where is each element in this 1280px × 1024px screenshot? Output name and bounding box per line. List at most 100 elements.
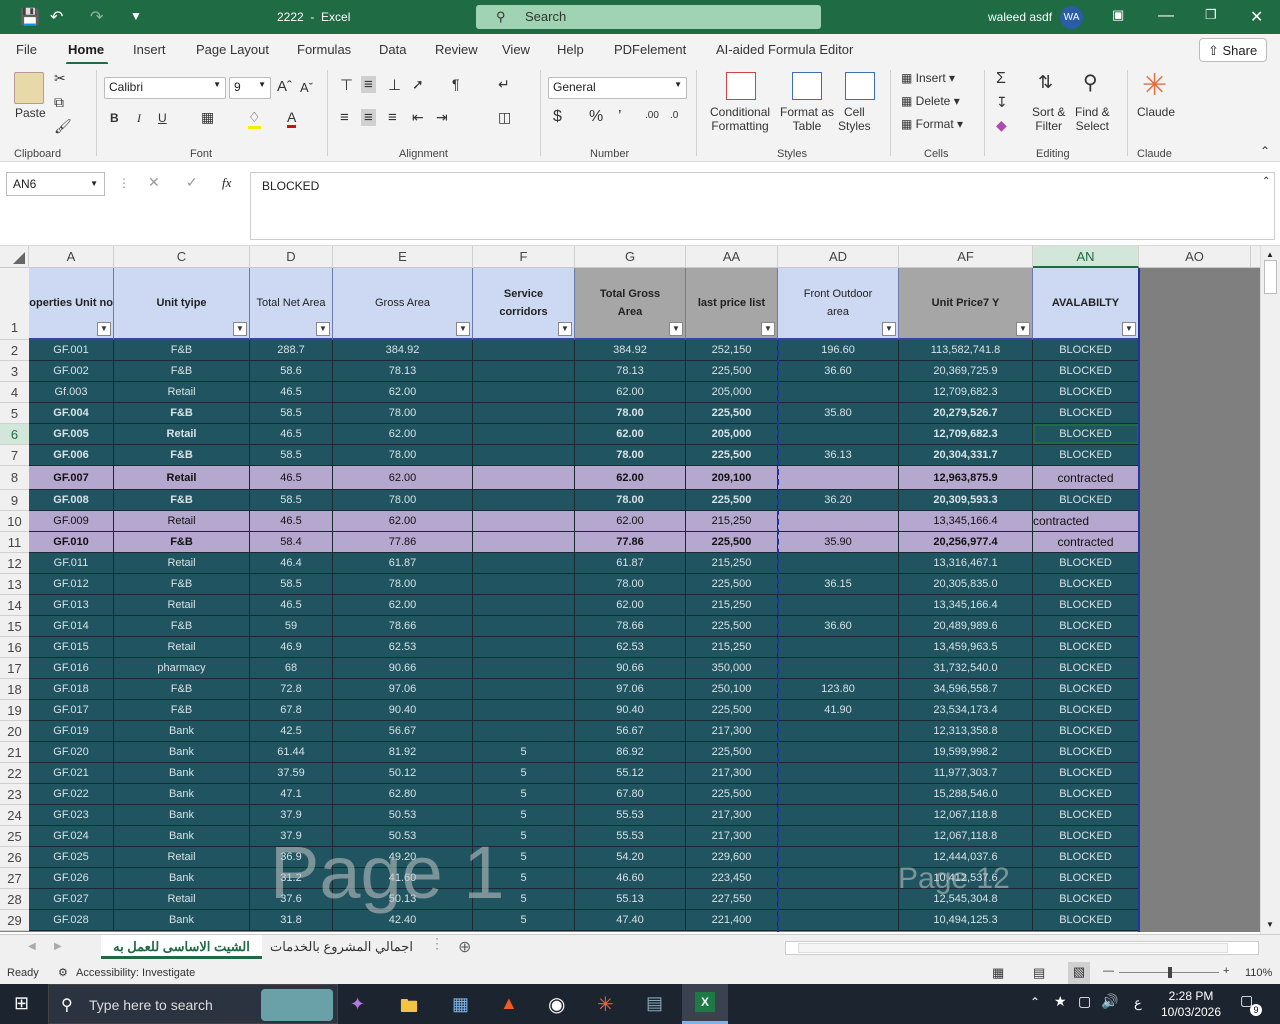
copilot-icon[interactable]: ✦ — [350, 994, 365, 1015]
cell-net-area[interactable]: 58.5 — [250, 445, 333, 466]
cell-unit-no[interactable]: GF.014 — [29, 616, 114, 637]
row-header[interactable]: 9 — [0, 490, 29, 511]
row-header[interactable]: 24 — [0, 805, 29, 826]
cell-unit-type[interactable]: F&B — [114, 700, 250, 721]
align-top-icon[interactable]: ⊤ — [340, 76, 353, 94]
header-cell-net-area[interactable]: Total Net Area ▼ — [250, 268, 333, 340]
header-cell-unit-no[interactable]: operties Unit no ▼ — [29, 268, 114, 340]
cell-availability[interactable]: BLOCKED — [1033, 424, 1139, 445]
cell-front-outdoor[interactable] — [778, 466, 899, 490]
copy-icon[interactable]: ⧉ — [54, 94, 64, 111]
zoom-slider-thumb[interactable] — [1168, 967, 1172, 978]
cell-availability[interactable]: BLOCKED — [1033, 361, 1139, 382]
next-sheet-icon[interactable]: ▶ — [54, 941, 62, 952]
network-icon[interactable]: ★ — [1054, 993, 1067, 1010]
cell-net-area[interactable]: 46.4 — [250, 553, 333, 574]
row-header[interactable]: 1 — [0, 268, 29, 340]
cell-last-price[interactable]: 205,000 — [686, 382, 778, 403]
cell-net-area[interactable]: 67.8 — [250, 700, 333, 721]
cell-unit-type[interactable]: F&B — [114, 679, 250, 700]
cell-front-outdoor[interactable] — [778, 424, 899, 445]
tab-help[interactable]: Help — [557, 42, 584, 57]
claude-button[interactable]: Claude — [1137, 105, 1175, 119]
cell-front-outdoor[interactable] — [778, 382, 899, 403]
cell-unit-no[interactable]: GF.002 — [29, 361, 114, 382]
cell-unit-no[interactable]: GF.026 — [29, 868, 114, 889]
cell-service-corridors[interactable] — [473, 490, 575, 511]
cell-availability[interactable]: BLOCKED — [1033, 595, 1139, 616]
row-header[interactable]: 7 — [0, 445, 29, 466]
cell-total-gross-area[interactable]: 62.00 — [575, 511, 686, 532]
align-center-icon[interactable]: ≡ — [361, 109, 376, 126]
cell-service-corridors[interactable] — [473, 721, 575, 742]
row-header[interactable]: 4 — [0, 382, 29, 403]
cell-availability[interactable]: BLOCKED — [1033, 763, 1139, 784]
row-header[interactable]: 23 — [0, 784, 29, 805]
row-header[interactable]: 12 — [0, 553, 29, 574]
cell-unit-price[interactable]: 12,067,118.8 — [899, 826, 1033, 847]
cell-gross-area[interactable]: 77.86 — [333, 532, 473, 553]
cell-availability[interactable]: BLOCKED — [1033, 910, 1139, 931]
cell-total-gross-area[interactable]: 78.00 — [575, 574, 686, 595]
cell-service-corridors[interactable] — [473, 574, 575, 595]
cell-service-corridors[interactable] — [473, 553, 575, 574]
row-header[interactable]: 18 — [0, 679, 29, 700]
autosum-icon[interactable]: Σ — [996, 70, 1006, 88]
cell-unit-type[interactable]: Bank — [114, 805, 250, 826]
header-cell-last-price-list[interactable]: last price list ▼ — [686, 268, 778, 340]
filter-dropdown-icon[interactable]: ▼ — [882, 322, 896, 336]
row-header[interactable]: 6 — [0, 424, 29, 445]
cell-availability[interactable]: BLOCKED — [1033, 805, 1139, 826]
cell-last-price[interactable]: 221,400 — [686, 910, 778, 931]
cell-total-gross-area[interactable]: 62.00 — [575, 595, 686, 616]
tray-overflow-icon[interactable]: ⌃ — [1030, 995, 1040, 1009]
cell-unit-type[interactable]: Retail — [114, 382, 250, 403]
cell-unit-type[interactable]: Bank — [114, 742, 250, 763]
row-header[interactable]: 25 — [0, 826, 29, 847]
cell-gross-area[interactable]: 81.92 — [333, 742, 473, 763]
cell-unit-type[interactable]: Bank — [114, 826, 250, 847]
paste-button[interactable]: Paste — [15, 106, 46, 120]
cell-unit-type[interactable]: Bank — [114, 784, 250, 805]
wrap-text-icon[interactable]: ↵ — [498, 76, 510, 93]
cell-total-gross-area[interactable]: 62.00 — [575, 424, 686, 445]
cell-net-area[interactable]: 31.8 — [250, 910, 333, 931]
find-select-icon[interactable]: ⚲ — [1083, 70, 1098, 95]
cell-unit-type[interactable]: F&B — [114, 532, 250, 553]
cell-unit-no[interactable]: GF.009 — [29, 511, 114, 532]
cell-net-area[interactable]: 288.7 — [250, 340, 333, 361]
cell-unit-price[interactable]: 23,534,173.4 — [899, 700, 1033, 721]
cell-gross-area[interactable]: 61.87 — [333, 553, 473, 574]
customize-qat-icon[interactable]: ▼ — [130, 9, 142, 23]
cell-unit-no[interactable]: GF.018 — [29, 679, 114, 700]
cell-service-corridors[interactable]: 5 — [473, 763, 575, 784]
cell-unit-price[interactable]: 31,732,540.0 — [899, 658, 1033, 679]
cell-unit-no[interactable]: GF.006 — [29, 445, 114, 466]
number-format-select[interactable]: General ▼ — [548, 77, 687, 99]
cell-availability[interactable]: BLOCKED — [1033, 490, 1139, 511]
cell-net-area[interactable]: 72.8 — [250, 679, 333, 700]
cell-net-area[interactable]: 47.1 — [250, 784, 333, 805]
row-header[interactable]: 16 — [0, 637, 29, 658]
filter-dropdown-icon[interactable]: ▼ — [761, 322, 775, 336]
cell-unit-price[interactable]: 20,279,526.7 — [899, 403, 1033, 424]
clock[interactable]: 2:28 PM 10/03/2026 — [1158, 988, 1224, 1020]
filter-dropdown-icon[interactable]: ▼ — [1122, 322, 1136, 336]
cell-unit-price[interactable]: 34,596,558.7 — [899, 679, 1033, 700]
cell-net-area[interactable]: 59 — [250, 616, 333, 637]
cell-gross-area[interactable]: 78.00 — [333, 403, 473, 424]
zoom-level[interactable]: 110% — [1245, 967, 1272, 979]
header-cell-total-gross-area[interactable]: Total Gross Area ▼ — [575, 268, 686, 340]
vertical-scrollbar[interactable]: ▲ ▼ — [1260, 246, 1280, 934]
cell-service-corridors[interactable]: 5 — [473, 784, 575, 805]
cell-service-corridors[interactable]: 5 — [473, 868, 575, 889]
cell-total-gross-area[interactable]: 78.13 — [575, 361, 686, 382]
row-header[interactable]: 26 — [0, 847, 29, 868]
cell-unit-price[interactable]: 19,599,998.2 — [899, 742, 1033, 763]
align-middle-icon[interactable]: ≡ — [361, 76, 376, 93]
cell-net-area[interactable]: 46.9 — [250, 637, 333, 658]
cell-net-area[interactable]: 58.4 — [250, 532, 333, 553]
cell-gross-area[interactable]: 50.53 — [333, 805, 473, 826]
cell-unit-no[interactable]: GF.011 — [29, 553, 114, 574]
filter-dropdown-icon[interactable]: ▼ — [669, 322, 683, 336]
